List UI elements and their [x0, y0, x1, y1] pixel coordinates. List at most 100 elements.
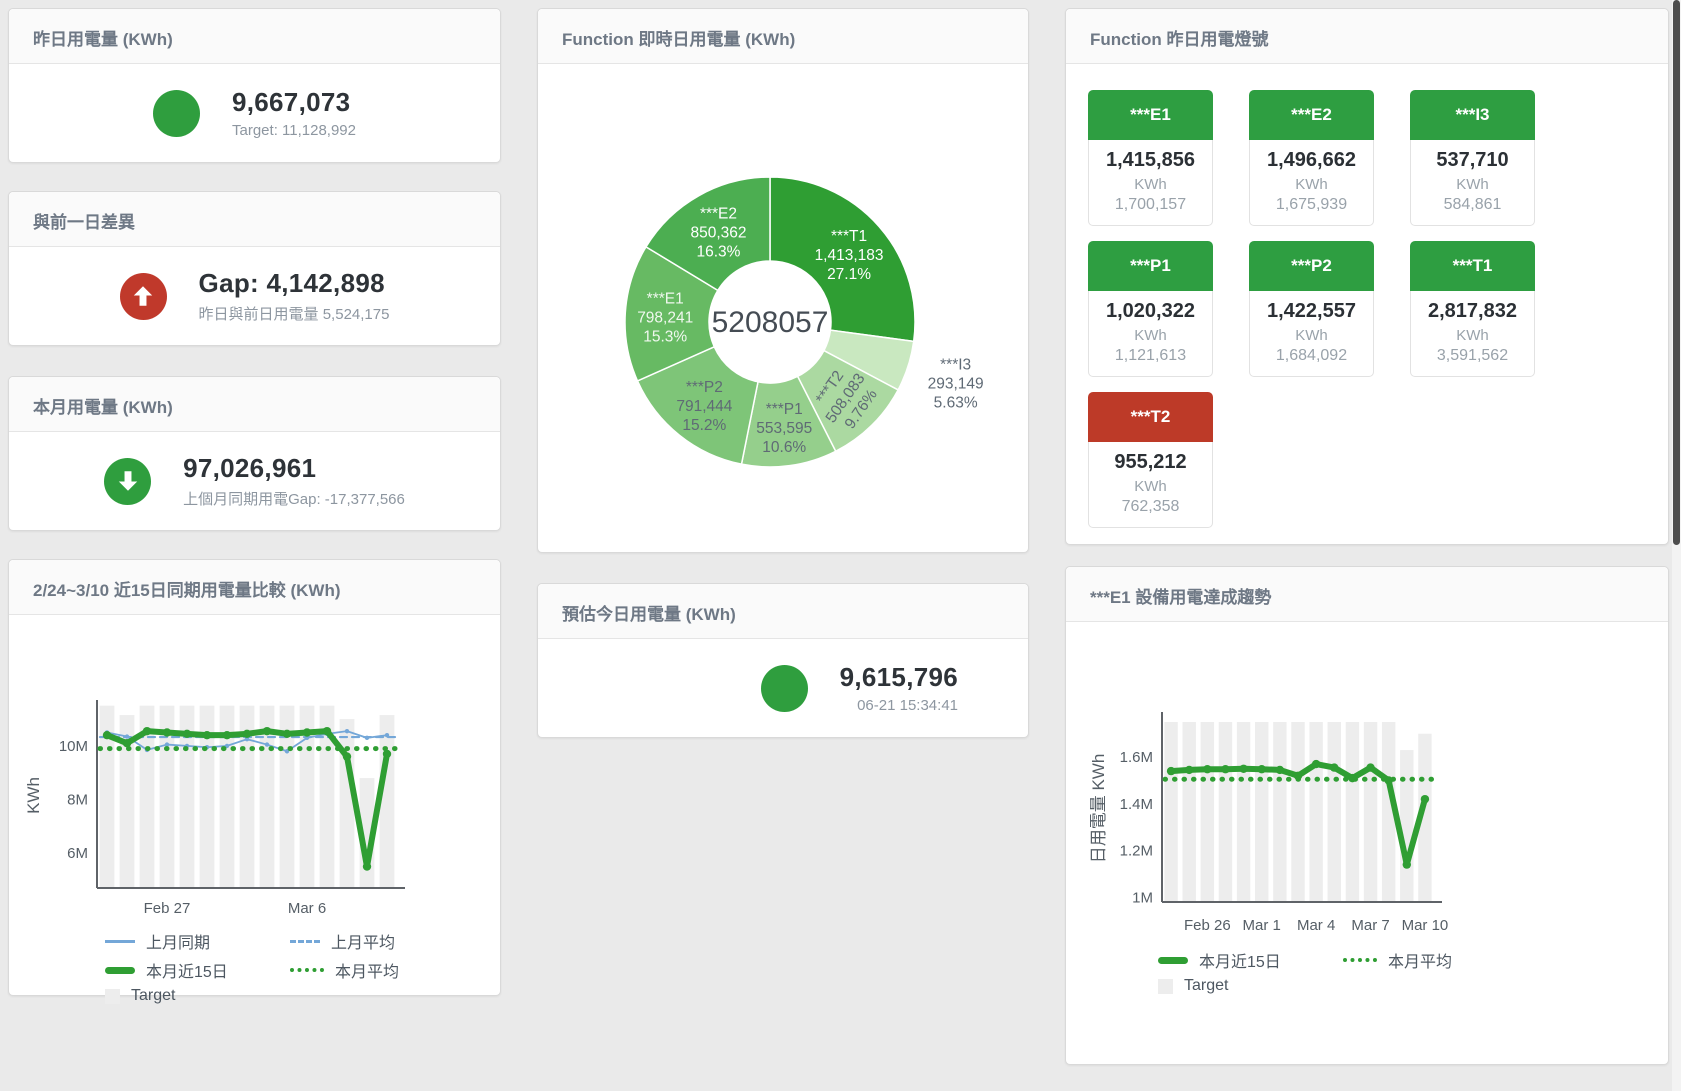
- target-bar: [1328, 722, 1341, 902]
- card-title: 2/24~3/10 近15日同期用電量比較 (KWh): [9, 560, 500, 615]
- kpi-text: 9,667,073 Target: 11,128,992: [232, 87, 356, 139]
- trend-chart-area: 1M1.2M1.4M1.6M日用電量 KWhFeb 26Mar 1Mar 4Ma…: [1066, 707, 1668, 995]
- kpi-body: 97,026,961 上個月同期用電Gap: -17,377,566: [9, 432, 500, 530]
- compare-chart-legend: 上月同期上月平均本月近15日 本月平均 Target: [105, 929, 500, 1005]
- kpi-subtitle: 昨日與前日用電量 5,524,175: [199, 303, 390, 324]
- tile-target-value: 584,861: [1411, 196, 1534, 214]
- legend-item-本月平均[interactable]: 本月平均: [290, 958, 490, 982]
- status-circle-icon: [153, 90, 200, 137]
- series-point: [1258, 765, 1266, 773]
- tile-target-value: 1,700,157: [1089, 196, 1212, 214]
- kpi-body: 9,615,796 06-21 15:34:41: [538, 639, 1028, 737]
- y-tick-label: 6M: [67, 845, 88, 862]
- series-point: [1421, 795, 1429, 803]
- x-tick-label: Feb 26: [1184, 917, 1231, 934]
- series-point: [1294, 772, 1302, 780]
- status-tile-E2: ***E21,496,662KWh1,675,939: [1249, 90, 1374, 226]
- legend-swatch-dotted: [290, 968, 324, 972]
- series-point: [323, 727, 331, 735]
- legend-item-Target[interactable]: Target: [1158, 977, 1343, 995]
- trend-chart-card: ***E1 設備用電達成趨勢 1M1.2M1.4M1.6M日用電量 KWhFeb…: [1065, 566, 1669, 1065]
- y-tick-label: 1.6M: [1120, 749, 1153, 766]
- y-tick-label: 10M: [59, 738, 88, 755]
- compare-chart[interactable]: 6M8M10MKWhFeb 27Mar 6: [9, 695, 409, 925]
- donut-card: Function 即時日用電量 (KWh) ***T11,413,18327.1…: [537, 8, 1029, 553]
- compare-chart-card: 2/24~3/10 近15日同期用電量比較 (KWh) 6M8M10MKWhFe…: [8, 559, 501, 996]
- status-tile-T1: ***T12,817,832KWh3,591,562: [1410, 241, 1535, 377]
- tile-status-header: ***P2: [1249, 241, 1374, 291]
- tile-status-header: ***E1: [1088, 90, 1213, 140]
- series-point: [1403, 860, 1411, 868]
- tile-unit-label: KWh: [1411, 176, 1534, 193]
- trend-chart-legend: 本月近15日本月平均Target: [1158, 948, 1668, 995]
- target-bar: [1219, 722, 1232, 902]
- series-point: [163, 728, 171, 736]
- kpi-body: 9,667,073 Target: 11,128,992: [9, 64, 500, 162]
- donut-center-value: 5208057: [712, 306, 829, 339]
- kpi-body: Gap: 4,142,898 昨日與前日用電量 5,524,175: [9, 247, 500, 345]
- donut-chart[interactable]: ***T11,413,18327.1%***I3293,1495.63%***T…: [538, 64, 1028, 552]
- arrow-up-icon: [120, 273, 167, 320]
- card-title: Function 即時日用電量 (KWh): [538, 9, 1028, 64]
- target-bar: [340, 719, 355, 888]
- legend-item-本月近15日[interactable]: 本月近15日: [1158, 948, 1343, 972]
- scrollbar-thumb[interactable]: [1673, 0, 1680, 545]
- donut-slice-label: ***I3293,1495.63%: [928, 357, 984, 412]
- series-point: [1239, 765, 1247, 773]
- kpi-text: Gap: 4,142,898 昨日與前日用電量 5,524,175: [199, 268, 390, 324]
- tile-value: 537,710: [1411, 149, 1534, 172]
- tile-body: 1,422,557KWh1,684,092: [1249, 291, 1374, 377]
- card-title: Function 昨日用電燈號: [1066, 9, 1668, 64]
- legend-swatch-dashed: [290, 940, 320, 943]
- tile-value: 2,817,832: [1411, 300, 1534, 323]
- series-point: [1312, 760, 1320, 768]
- x-tick-label: Mar 1: [1243, 917, 1281, 934]
- target-bar: [1255, 722, 1268, 902]
- legend-label: 本月近15日: [146, 958, 228, 982]
- series-point: [265, 742, 269, 746]
- series-point: [103, 731, 111, 739]
- series-point: [1221, 765, 1229, 773]
- tile-status-header: ***E2: [1249, 90, 1374, 140]
- series-point: [1366, 763, 1374, 771]
- target-bar: [1400, 750, 1413, 902]
- legend-item-上月同期[interactable]: 上月同期: [105, 929, 290, 953]
- kpi-card-gap: 與前一日差異 Gap: 4,142,898 昨日與前日用電量 5,524,175: [8, 191, 501, 346]
- target-bar: [1273, 722, 1286, 902]
- series-point: [1330, 763, 1338, 771]
- kpi-value: 97,026,961: [183, 453, 405, 484]
- legend-item-本月近15日[interactable]: 本月近15日: [105, 958, 290, 982]
- legend-swatch-thick: [105, 967, 135, 974]
- x-tick-label: Mar 4: [1297, 917, 1335, 934]
- tile-unit-label: KWh: [1089, 176, 1212, 193]
- tile-unit-label: KWh: [1089, 327, 1212, 344]
- tile-value: 1,020,322: [1089, 300, 1212, 323]
- card-title: 預估今日用電量 (KWh): [538, 584, 1028, 639]
- legend-item-Target[interactable]: Target: [105, 987, 290, 1005]
- legend-label: Target: [131, 987, 175, 1005]
- tile-status-header: ***P1: [1088, 241, 1213, 291]
- kpi-subtitle: Target: 11,128,992: [232, 122, 356, 139]
- tile-body: 1,496,662KWh1,675,939: [1249, 140, 1374, 226]
- legend-item-上月平均[interactable]: 上月平均: [290, 929, 490, 953]
- target-bar: [1291, 722, 1304, 902]
- kpi-card-yesterday: 昨日用電量 (KWh) 9,667,073 Target: 11,128,992: [8, 8, 501, 163]
- status-tile-I3: ***I3537,710KWh584,861: [1410, 90, 1535, 226]
- x-tick-label: Feb 27: [144, 900, 191, 917]
- trend-chart[interactable]: 1M1.2M1.4M1.6M日用電量 KWhFeb 26Mar 1Mar 4Ma…: [1066, 707, 1476, 942]
- arrow-down-icon: [104, 458, 151, 505]
- tile-body: 2,817,832KWh3,591,562: [1410, 291, 1535, 377]
- series-point: [303, 728, 311, 736]
- series-point: [1276, 766, 1284, 774]
- legend-item-本月平均[interactable]: 本月平均: [1343, 948, 1543, 972]
- target-bar: [380, 715, 395, 888]
- series-point: [243, 730, 251, 738]
- tile-body: 955,212KWh762,358: [1088, 442, 1213, 528]
- legend-swatch-box: [105, 989, 120, 1004]
- y-tick-label: 8M: [67, 792, 88, 809]
- series-point: [283, 730, 291, 738]
- series-point: [1167, 767, 1175, 775]
- kpi-value: 9,615,796: [840, 662, 958, 693]
- series-point: [143, 727, 151, 735]
- scrollbar-track[interactable]: [1672, 0, 1681, 1091]
